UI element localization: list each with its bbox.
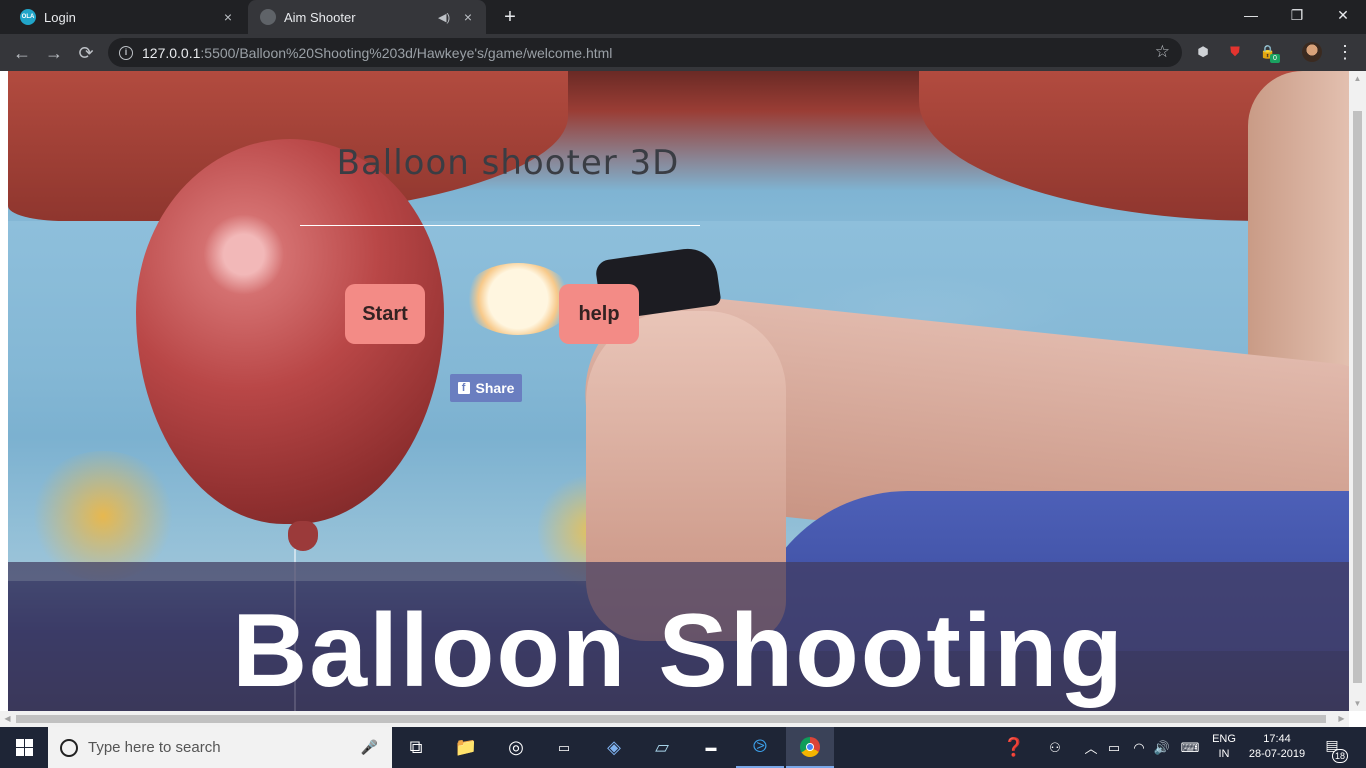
start-button-windows[interactable]	[0, 727, 48, 768]
scroll-thumb[interactable]	[1353, 111, 1362, 683]
extension-badge: 0	[1270, 54, 1280, 63]
shield-icon[interactable]: ⛊	[1225, 42, 1245, 62]
tab-aim-shooter[interactable]: Aim Shooter ◀) ×	[248, 0, 486, 34]
muzzle-flash	[463, 263, 573, 335]
banner-title: Balloon Shooting	[232, 593, 1125, 709]
battery-icon[interactable]: ▭	[1104, 727, 1124, 768]
horizontal-scrollbar[interactable]: ◀ ▶	[0, 711, 1349, 727]
clock[interactable]: 17:44 28-07-2019	[1246, 732, 1308, 762]
title-divider	[300, 225, 700, 226]
lock-extension-icon[interactable]: 🔒 0	[1258, 42, 1280, 63]
help-button[interactable]: help	[559, 284, 639, 344]
media-icon[interactable]: ◎	[492, 727, 540, 768]
terminal-icon[interactable]: ▭	[540, 727, 588, 768]
close-tab-icon[interactable]: ×	[458, 9, 478, 25]
task-view-icon[interactable]: ⧉	[392, 727, 440, 768]
avatar[interactable]	[1302, 42, 1322, 62]
chrome-icon[interactable]	[786, 727, 834, 768]
reload-button[interactable]: ⟳	[73, 40, 99, 66]
microphone-icon[interactable]: 🎤	[361, 739, 378, 756]
tab-login[interactable]: OLA Login ×	[8, 0, 246, 34]
mysql-icon[interactable]: ▬	[687, 727, 735, 768]
close-window-button[interactable]: ✕	[1320, 0, 1366, 30]
balloon-knot	[288, 521, 318, 551]
close-tab-icon[interactable]: ×	[218, 9, 238, 25]
back-button[interactable]: ←	[9, 40, 35, 66]
keyboard-icon[interactable]: ⌨	[1176, 727, 1204, 768]
menu-icon[interactable]: ⋮	[1336, 42, 1354, 62]
scroll-up-icon[interactable]: ▲	[1353, 74, 1362, 83]
scroll-left-icon[interactable]: ◀	[3, 714, 12, 723]
restore-button[interactable]: ❐	[1274, 0, 1320, 30]
settings-diamond-icon[interactable]: ◈	[590, 727, 638, 768]
url-host: 127.0.0.1	[142, 44, 201, 61]
notification-count: 18	[1332, 749, 1348, 763]
file-explorer-icon[interactable]: 📁	[442, 727, 490, 768]
cube-icon[interactable]: ⬢	[1193, 42, 1213, 62]
page-title: Balloon shooter 3D	[336, 143, 680, 183]
bookmark-star-icon[interactable]: ☆	[1155, 42, 1170, 62]
globe-icon	[260, 9, 276, 25]
tab-strip: OLA Login × Aim Shooter ◀) × + — ❐ ✕	[0, 0, 1366, 34]
taskbar: Type here to search 🎤 ⧉ 📁 ◎ ▭ ◈ ▱ ▬ ⧁ ❓ …	[0, 727, 1366, 768]
forward-button[interactable]: →	[41, 40, 67, 66]
search-placeholder: Type here to search	[88, 739, 221, 756]
time-text: 17:44	[1263, 733, 1291, 745]
new-tab-button[interactable]: +	[498, 5, 522, 29]
windows-logo-icon	[15, 739, 33, 756]
notepad-icon[interactable]: ▱	[638, 727, 686, 768]
help-icon[interactable]: ❓	[1000, 727, 1028, 768]
speaker-icon[interactable]: ◀)	[438, 11, 452, 24]
share-label: Share	[475, 380, 515, 396]
start-button[interactable]: Start	[345, 284, 425, 344]
scroll-down-icon[interactable]: ▼	[1353, 699, 1362, 708]
language-region: IN	[1218, 748, 1230, 760]
chevron-up-icon[interactable]: ︿	[1082, 727, 1100, 768]
tab-title: Aim Shooter	[284, 9, 356, 25]
facebook-icon: f	[457, 382, 470, 394]
taskbar-search[interactable]: Type here to search 🎤	[48, 727, 392, 768]
minimize-button[interactable]: —	[1228, 0, 1274, 30]
browser-toolbar: ← → ⟳ i 127.0.0.1 :5500/Balloon%20Shooti…	[0, 34, 1366, 71]
scroll-right-icon[interactable]: ▶	[1337, 714, 1346, 723]
language-indicator[interactable]: ENG IN	[1206, 732, 1242, 762]
url-path: :5500/Balloon%20Shooting%203d/Hawkeye's/…	[200, 44, 613, 61]
address-bar[interactable]: i 127.0.0.1 :5500/Balloon%20Shooting%203…	[108, 38, 1182, 67]
language-code: ENG	[1212, 733, 1236, 745]
tab-title: Login	[44, 9, 76, 25]
info-icon[interactable]: i	[119, 45, 133, 60]
volume-icon[interactable]: 🔊	[1152, 727, 1172, 768]
scroll-thumb[interactable]	[16, 715, 1326, 723]
vertical-scrollbar[interactable]: ▲ ▼	[1349, 71, 1366, 711]
people-icon[interactable]: ⚇	[1042, 727, 1068, 768]
facebook-share-button[interactable]: f Share	[450, 374, 522, 402]
page-viewport: Balloon shooter 3D Start help f Share Ba…	[0, 71, 1366, 727]
ola-icon: OLA	[20, 9, 36, 25]
cortana-icon	[60, 738, 78, 757]
date-text: 28-07-2019	[1248, 748, 1306, 760]
wifi-icon[interactable]: ◠	[1128, 727, 1150, 768]
background-scene: Balloon shooter 3D Start help f Share Ba…	[8, 71, 1349, 711]
vscode-icon[interactable]: ⧁	[736, 727, 784, 768]
